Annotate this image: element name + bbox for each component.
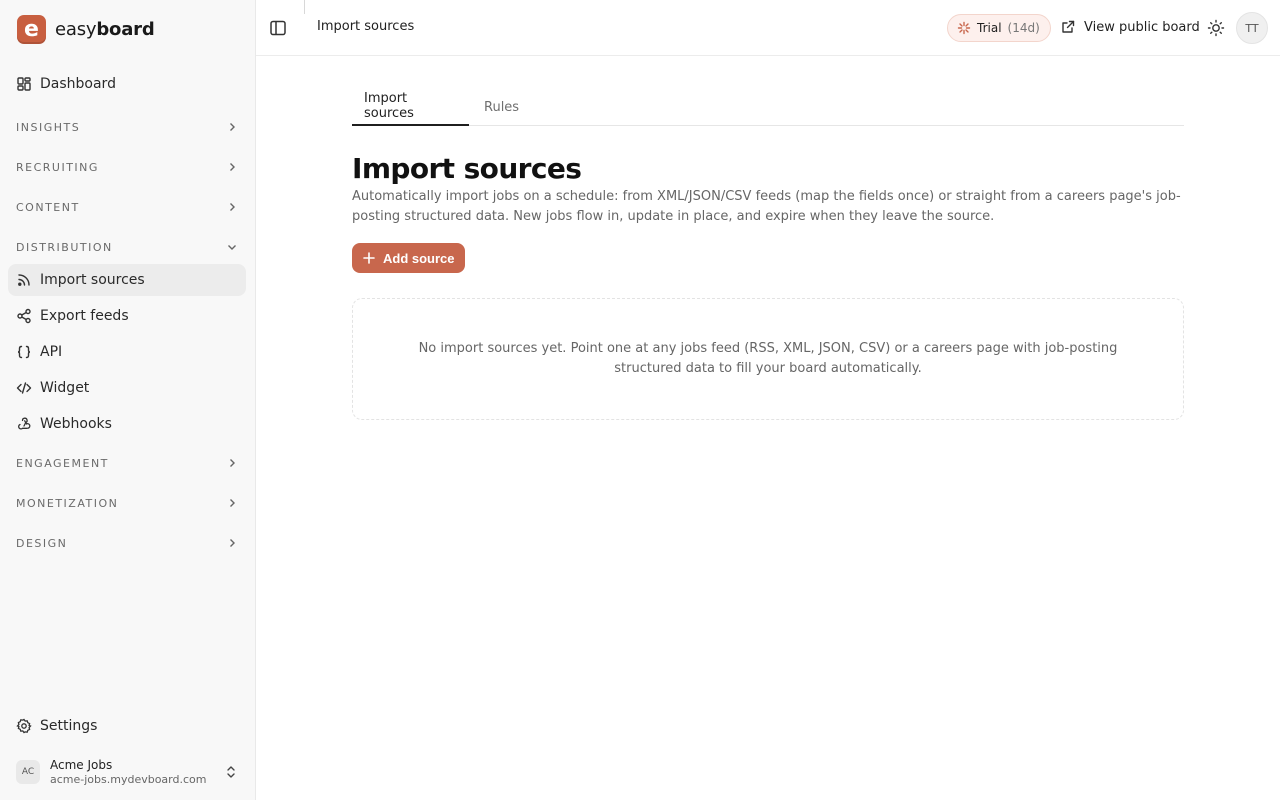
sidebar-item-import-sources[interactable]: Import sources (8, 264, 246, 296)
header-divider (304, 0, 305, 14)
page-title: Import sources (352, 152, 582, 185)
webhook-icon (16, 416, 32, 432)
empty-state: No import sources yet. Point one at any … (352, 298, 1184, 420)
brand-name-bold: board (96, 19, 155, 40)
section-label: CONTENT (16, 200, 80, 214)
rss-icon (16, 272, 32, 288)
tab-bar: Import sources Rules (352, 88, 1184, 126)
chevron-right-icon (230, 459, 235, 467)
chevron-right-icon (230, 123, 235, 131)
sidebar-item-dashboard[interactable]: Dashboard (8, 68, 246, 100)
add-source-label: Add source (383, 250, 455, 266)
trial-label: Trial (977, 21, 1002, 35)
chevron-right-icon (230, 499, 235, 507)
sidebar-item-widget[interactable]: Widget (8, 372, 246, 404)
brand-name: easyboard (55, 19, 155, 40)
sidebar-item-export-feeds[interactable]: Export feeds (8, 300, 246, 332)
view-public-board-label: View public board (1084, 19, 1200, 35)
sidebar-toggle-icon[interactable] (268, 18, 288, 38)
section-label: DESIGN (16, 536, 68, 550)
sidebar-item-label: Widget (40, 380, 90, 396)
sidebar-item-webhooks[interactable]: Webhooks (8, 408, 246, 440)
sidebar-item-api[interactable]: API (8, 336, 246, 368)
section-monetization[interactable]: MONETIZATION (8, 489, 246, 517)
section-label: RECRUITING (16, 160, 99, 174)
chevron-down-icon (228, 245, 236, 250)
section-recruiting[interactable]: RECRUITING (8, 153, 246, 181)
top-header: Import sources Trial (14d) View public b… (256, 0, 1280, 56)
sidebar-item-label: Export feeds (40, 308, 129, 324)
header-title: Import sources (317, 19, 415, 34)
brand-name-light: easy (55, 19, 97, 40)
account-info: Acme Jobs acme-jobs.mydevboard.com (50, 758, 214, 786)
section-label: MONETIZATION (16, 496, 119, 510)
add-source-button[interactable]: Add source (352, 243, 465, 273)
empty-state-message: No import sources yet. Point one at any … (418, 341, 1118, 376)
sidebar-item-label: Import sources (40, 272, 145, 288)
account-name: Acme Jobs (50, 758, 113, 773)
sidebar-item-label: Dashboard (40, 76, 116, 92)
trial-badge[interactable]: Trial (14d) (947, 14, 1051, 42)
section-label: INSIGHTS (16, 120, 81, 134)
sidebar-item-label: Settings (40, 718, 98, 734)
sparkle-icon (957, 21, 971, 35)
gear-icon (16, 718, 32, 734)
account-switcher[interactable]: AC Acme Jobs acme-jobs.mydevboard.com (8, 752, 246, 792)
chevrons-up-down-icon (227, 766, 235, 778)
account-domain: acme-jobs.mydevboard.com (50, 772, 207, 786)
brand[interactable]: e easyboard (17, 15, 155, 44)
sidebar-item-settings[interactable]: Settings (8, 710, 246, 742)
section-engagement[interactable]: ENGAGEMENT (8, 449, 246, 477)
section-label: DISTRIBUTION (16, 240, 113, 254)
section-design[interactable]: DESIGN (8, 529, 246, 557)
code-icon (16, 380, 32, 396)
tab-import-sources[interactable]: Import sources (352, 88, 469, 126)
dashboard-icon (16, 76, 32, 92)
section-distribution[interactable]: DISTRIBUTION (8, 233, 246, 261)
sidebar: e easyboard Dashboard INSIGHTS RECRUITIN… (0, 0, 256, 800)
tab-rules[interactable]: Rules (472, 88, 531, 126)
braces-icon (16, 344, 32, 360)
brand-logo: e (17, 15, 46, 44)
chevron-right-icon (230, 163, 235, 171)
trial-days: (14d) (1007, 21, 1040, 35)
external-link-icon (1062, 20, 1075, 33)
plus-icon (363, 252, 375, 264)
chevron-right-icon (230, 203, 235, 211)
sidebar-item-label: API (40, 344, 63, 360)
page-description: Automatically import jobs on a schedule:… (352, 189, 1181, 224)
user-avatar[interactable]: TT (1236, 12, 1268, 44)
view-public-board-link[interactable]: View public board (1060, 19, 1200, 35)
section-content[interactable]: CONTENT (8, 193, 246, 221)
account-avatar: AC (16, 760, 40, 784)
section-insights[interactable]: INSIGHTS (8, 113, 246, 141)
section-label: ENGAGEMENT (16, 456, 109, 470)
theme-toggle-sun-icon[interactable] (1207, 19, 1225, 37)
sidebar-item-label: Webhooks (40, 416, 112, 432)
chevron-right-icon (230, 539, 235, 547)
share-icon (16, 308, 32, 324)
